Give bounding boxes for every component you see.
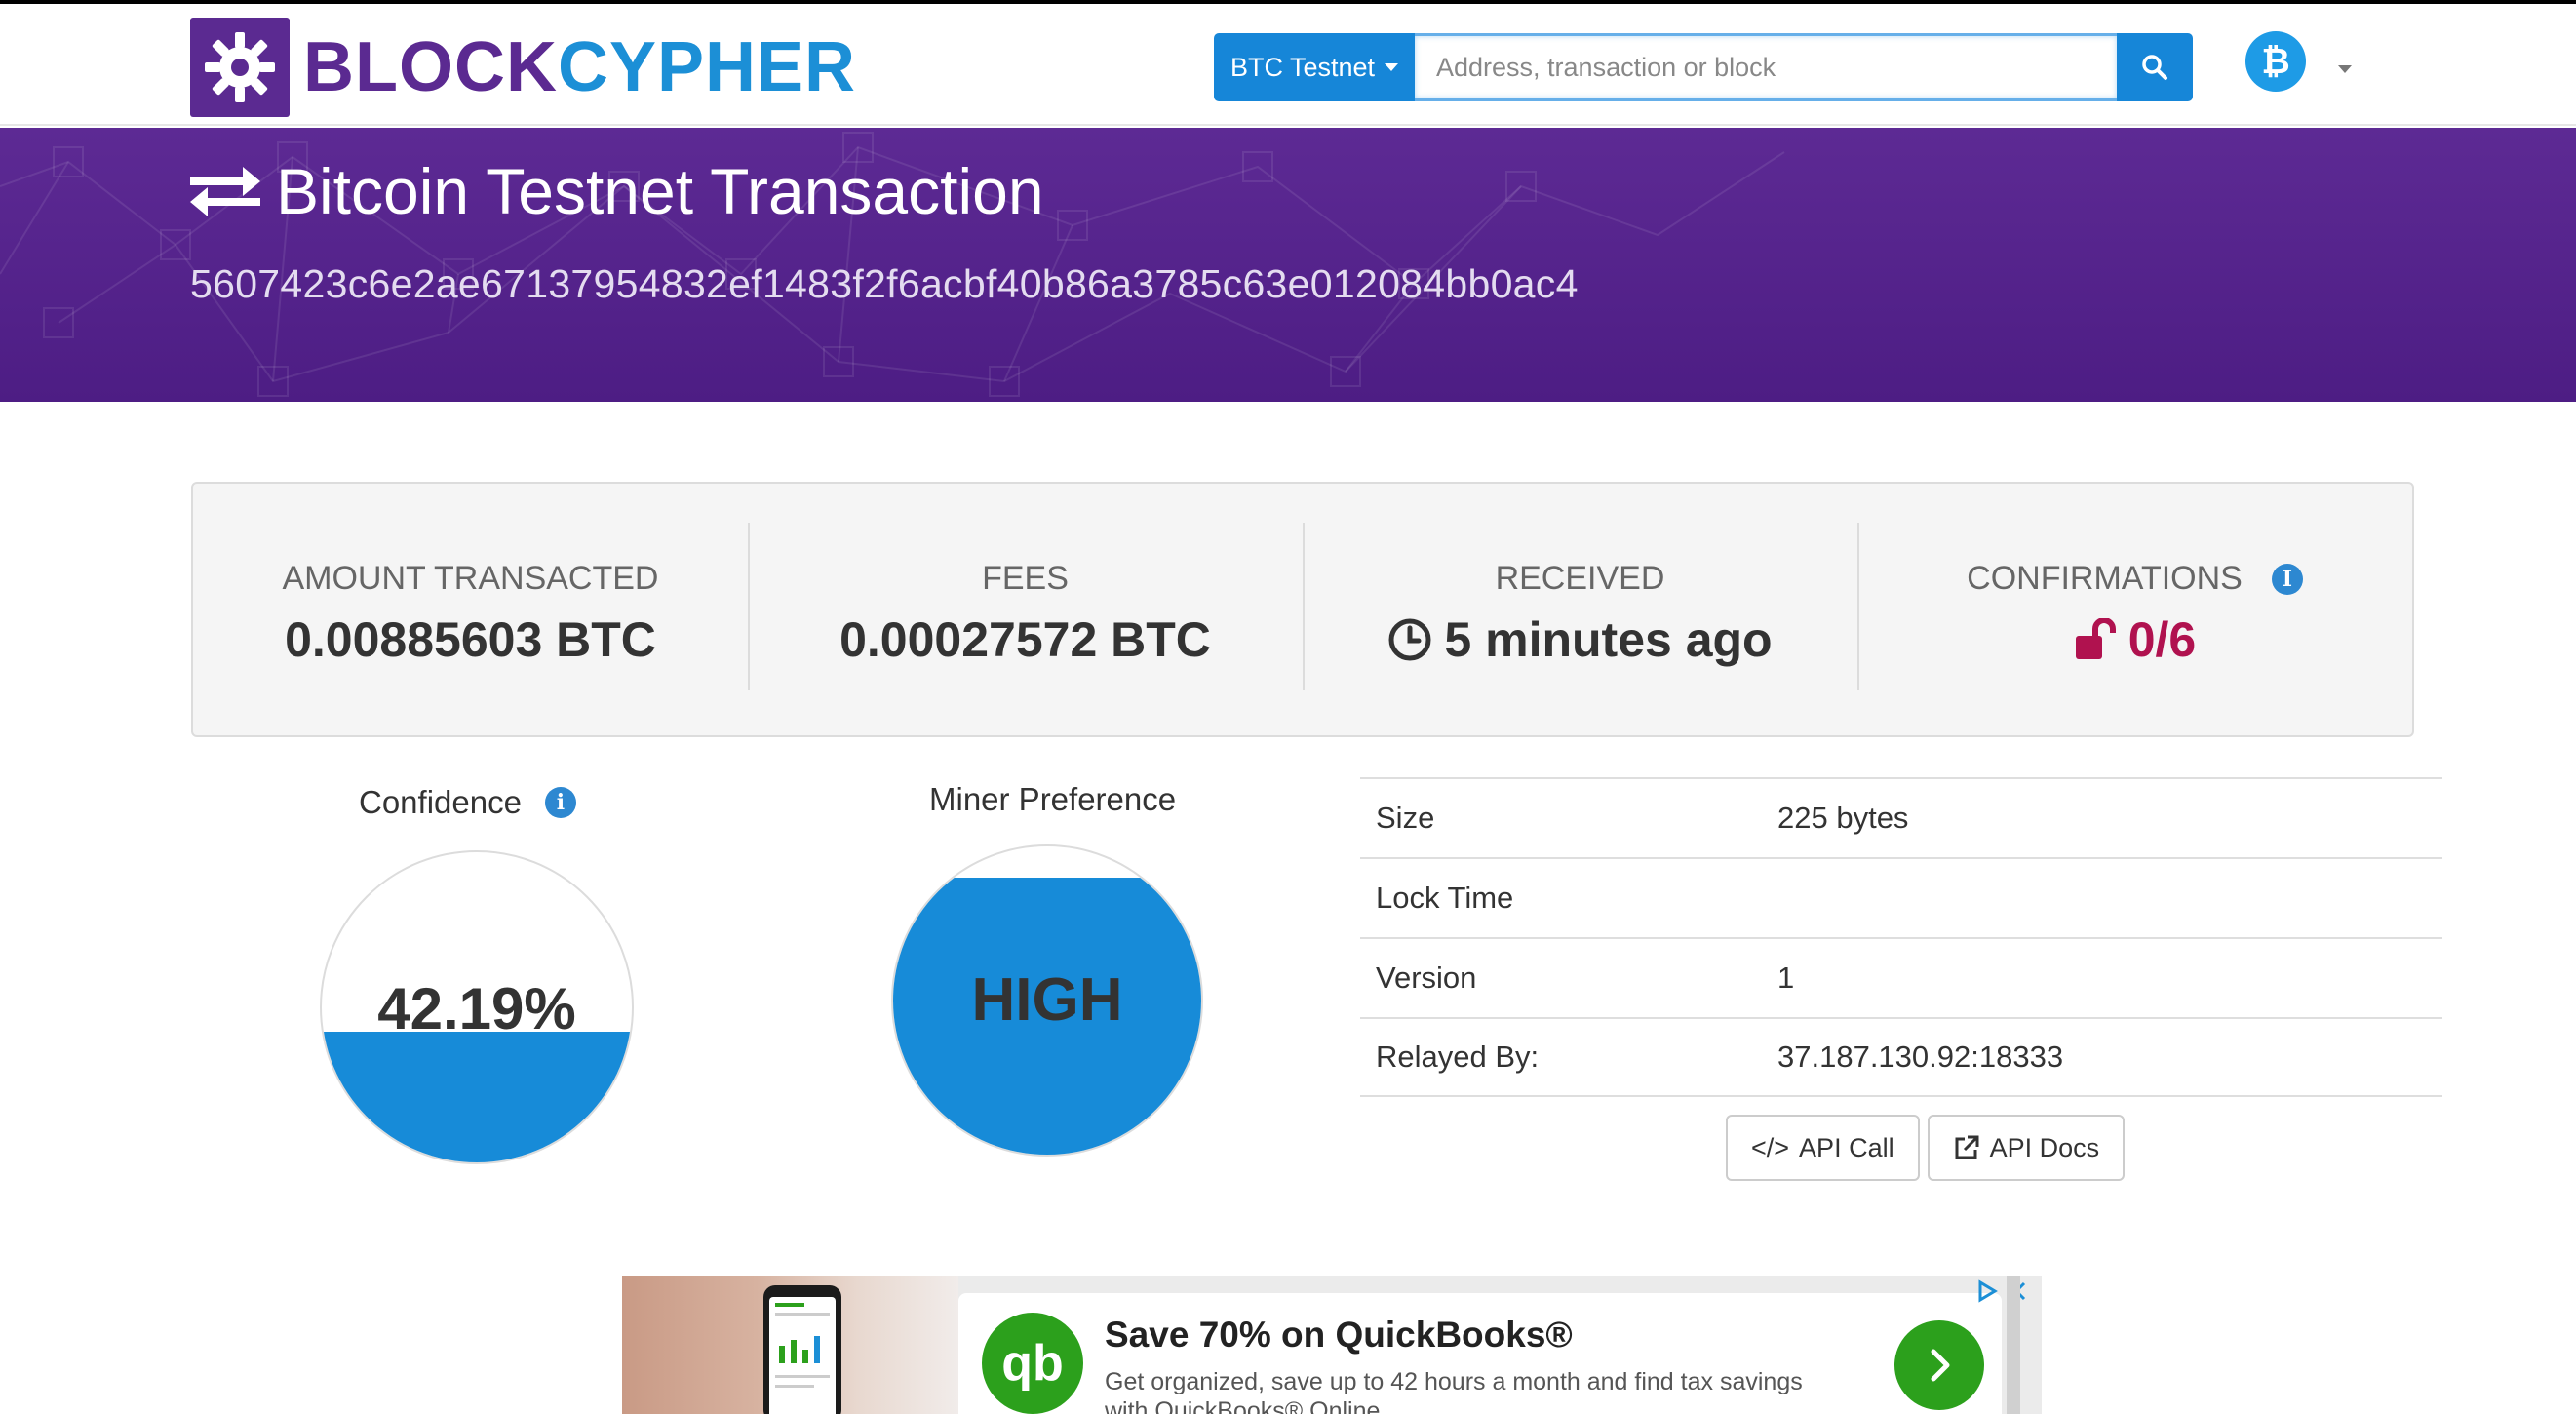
stat-confirmations: CONFIRMATIONS i 0/6	[1857, 484, 2412, 735]
transaction-stats-panel: AMOUNT TRANSACTED 0.00885603 BTC FEES 0.…	[191, 482, 2414, 737]
logo-gear-icon	[190, 18, 290, 117]
api-call-label: API Call	[1799, 1132, 1894, 1162]
api-docs-label: API Docs	[1989, 1132, 2100, 1162]
search-bar: BTC Testnet	[1214, 33, 2193, 101]
stat-fees: FEES 0.00027572 BTC	[748, 484, 1303, 735]
adchoices-icon	[1978, 1279, 1998, 1303]
details-key: Lock Time	[1376, 881, 1514, 915]
confidence-info-icon[interactable]: i	[544, 787, 576, 818]
exchange-arrows-icon	[190, 167, 260, 216]
confidence-gauge: 42.19%	[320, 850, 634, 1164]
miner-preference-label: Miner Preference	[929, 781, 1177, 817]
api-call-button[interactable]: </> API Call	[1726, 1115, 1920, 1181]
ad-title[interactable]: Save 70% on QuickBooks®	[1105, 1315, 1573, 1355]
details-value: 37.187.130.92:18333	[1777, 1040, 2064, 1074]
stat-received: RECEIVED 5 minutes ago	[1303, 484, 1857, 735]
chevron-right-icon	[1931, 1349, 1950, 1382]
confidence-value: 42.19%	[377, 976, 576, 1041]
transaction-hash: 5607423c6e2ae67137954832ef1483f2f6acbf40…	[190, 261, 1579, 306]
quickbooks-advertisement[interactable]: qb Save 70% on QuickBooks® Get organized…	[622, 1276, 2042, 1414]
unlock-icon	[2075, 618, 2116, 659]
currency-caret-down-icon[interactable]	[2338, 65, 2352, 73]
ad-body: Get organized, save up to 42 hours a mon…	[1105, 1368, 1803, 1414]
miner-preference-value: HIGH	[971, 966, 1123, 1034]
stat-amount: AMOUNT TRANSACTED 0.00885603 BTC	[193, 484, 748, 735]
ad-card: qb Save 70% on QuickBooks® Get organized…	[958, 1293, 2002, 1414]
logo-text-block: BLOCK	[303, 28, 558, 106]
confidence-gauge-fill	[322, 1031, 632, 1162]
details-row: Version 1	[1360, 937, 2442, 1017]
received-label: RECEIVED	[1495, 560, 1665, 597]
confirmations-value: 0/6	[2127, 612, 2197, 667]
fees-value: 0.00027572 BTC	[839, 612, 1211, 667]
miner-preference-label-row: Miner Preference	[929, 781, 1176, 818]
details-value: 1	[1777, 961, 1795, 995]
details-row: Size 225 bytes	[1360, 777, 2442, 857]
confirmations-label-row: CONFIRMATIONS i	[1967, 560, 2303, 598]
confirmations-info-icon[interactable]: i	[2271, 563, 2303, 595]
logo-text: BLOCKCYPHER	[303, 32, 856, 102]
transaction-details-table: Size 225 bytes Lock Time Version 1 Relayed By…	[1360, 777, 2442, 1097]
banner-title: Bitcoin Testnet Transaction	[190, 159, 1044, 223]
ad-scrollbar[interactable]	[2007, 1276, 2020, 1414]
amount-value: 0.00885603 BTC	[285, 612, 656, 667]
details-key: Size	[1376, 801, 1435, 835]
ad-go-button[interactable]	[1894, 1320, 1984, 1410]
confirmations-value-row: 0/6	[1857, 611, 2412, 668]
confidence-label-row: Confidence i	[359, 784, 576, 821]
code-icon: </>	[1751, 1132, 1790, 1162]
details-row: Relayed By: 37.187.130.92:18333	[1360, 1017, 2442, 1097]
confidence-label: Confidence	[359, 784, 522, 820]
blockcypher-logo[interactable]: BLOCKCYPHER	[190, 18, 856, 117]
network-dropdown-button[interactable]: BTC Testnet	[1214, 33, 1415, 101]
amount-label: AMOUNT TRANSACTED	[282, 560, 659, 597]
clock-icon	[1388, 618, 1431, 661]
page-title: Bitcoin Testnet Transaction	[276, 155, 1044, 227]
search-button[interactable]	[2117, 33, 2193, 101]
api-docs-button[interactable]: API Docs	[1927, 1115, 2126, 1181]
ad-photo	[622, 1276, 958, 1414]
search-input[interactable]	[1415, 33, 2117, 101]
details-row: Lock Time	[1360, 857, 2442, 937]
transaction-banner: Bitcoin Testnet Transaction 5607423c6e2a…	[0, 128, 2576, 402]
api-buttons: </> API Call API Docs	[1726, 1115, 2126, 1181]
received-value: 5 minutes ago	[1444, 612, 1773, 667]
phone-image	[763, 1285, 841, 1414]
details-key: Relayed By:	[1376, 1040, 1540, 1074]
quickbooks-logo: qb	[982, 1313, 1083, 1414]
miner-preference-gauge: HIGH	[891, 844, 1203, 1157]
received-value-row: 5 minutes ago	[1303, 611, 1857, 668]
bitcoin-coin-icon[interactable]: ₿	[2245, 31, 2306, 92]
network-button-label: BTC Testnet	[1229, 52, 1376, 82]
details-value: 225 bytes	[1777, 801, 1909, 835]
search-icon	[2142, 55, 2167, 80]
external-link-icon	[1955, 1135, 1979, 1159]
details-key: Version	[1376, 961, 1477, 995]
confirmations-label: CONFIRMATIONS	[1967, 560, 2243, 597]
navbar: BLOCKCYPHER BTC Testnet ₿	[0, 4, 2576, 126]
caret-down-icon	[1385, 63, 1399, 71]
logo-text-cypher: CYPHER	[557, 28, 857, 106]
fees-label: FEES	[982, 560, 1069, 597]
